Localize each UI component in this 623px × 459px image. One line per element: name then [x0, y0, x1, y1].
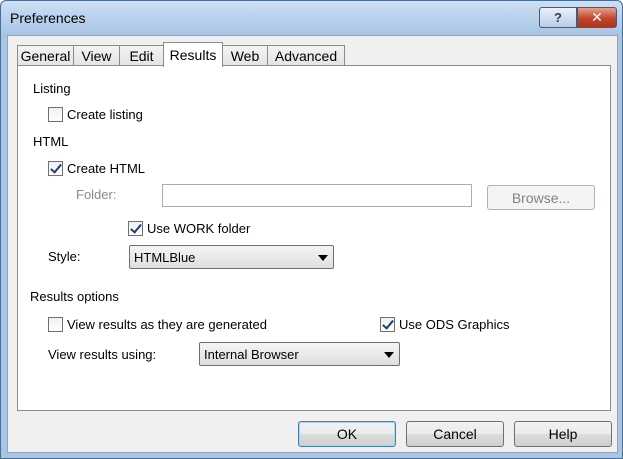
- results-tab-panel: Listing Create listing HTML Create HTML …: [17, 65, 611, 411]
- tab-advanced[interactable]: Advanced: [267, 45, 345, 66]
- window-title: Preferences: [10, 10, 86, 26]
- view-results-using-label: View results using:: [48, 347, 157, 362]
- view-as-generated-checkbox[interactable]: [48, 317, 63, 332]
- close-button[interactable]: ✕: [577, 7, 617, 28]
- view-results-using-select[interactable]: Internal Browser: [199, 342, 400, 366]
- folder-input[interactable]: [162, 184, 472, 207]
- tab-general[interactable]: General: [17, 45, 74, 66]
- close-icon: ✕: [591, 9, 603, 25]
- help-caption-button[interactable]: ?: [539, 7, 577, 28]
- tab-edit[interactable]: Edit: [119, 45, 164, 66]
- use-ods-graphics-checkbox[interactable]: [380, 317, 395, 332]
- dialog-client: General View Edit Results Web Advanced L…: [7, 35, 618, 453]
- html-group-label: HTML: [33, 134, 69, 149]
- question-icon: ?: [554, 10, 562, 25]
- create-listing-checkbox[interactable]: [48, 107, 63, 122]
- results-options-separator: [136, 297, 580, 298]
- ok-button[interactable]: OK: [298, 421, 396, 447]
- cancel-button[interactable]: Cancel: [406, 421, 504, 447]
- create-html-label[interactable]: Create HTML: [67, 161, 145, 176]
- use-ods-graphics-label[interactable]: Use ODS Graphics: [399, 317, 510, 332]
- tab-view[interactable]: View: [73, 45, 120, 66]
- style-label: Style:: [48, 249, 81, 264]
- listing-separator: [81, 89, 577, 90]
- browse-button[interactable]: Browse...: [487, 185, 595, 210]
- create-html-checkbox[interactable]: [48, 161, 63, 176]
- view-as-generated-label[interactable]: View results as they are generated: [67, 317, 267, 332]
- html-separator: [80, 141, 577, 142]
- title-bar[interactable]: Preferences ? ✕: [1, 1, 622, 35]
- style-select[interactable]: HTMLBlue: [129, 245, 334, 269]
- tab-results[interactable]: Results: [163, 42, 223, 67]
- results-options-group-label: Results options: [30, 289, 119, 304]
- folder-label: Folder:: [76, 187, 117, 202]
- chevron-down-icon: [318, 255, 328, 261]
- view-results-using-value: Internal Browser: [204, 347, 299, 362]
- listing-group-label: Listing: [33, 81, 71, 96]
- use-work-folder-label[interactable]: Use WORK folder: [147, 221, 250, 236]
- create-listing-label[interactable]: Create listing: [67, 107, 143, 122]
- preferences-window: Preferences ? ✕ General View Edit Result…: [0, 0, 623, 459]
- help-button[interactable]: Help: [514, 421, 612, 447]
- style-select-value: HTMLBlue: [134, 250, 196, 265]
- chevron-down-icon: [384, 352, 394, 358]
- tab-web[interactable]: Web: [222, 45, 268, 66]
- use-work-folder-checkbox[interactable]: [128, 221, 143, 236]
